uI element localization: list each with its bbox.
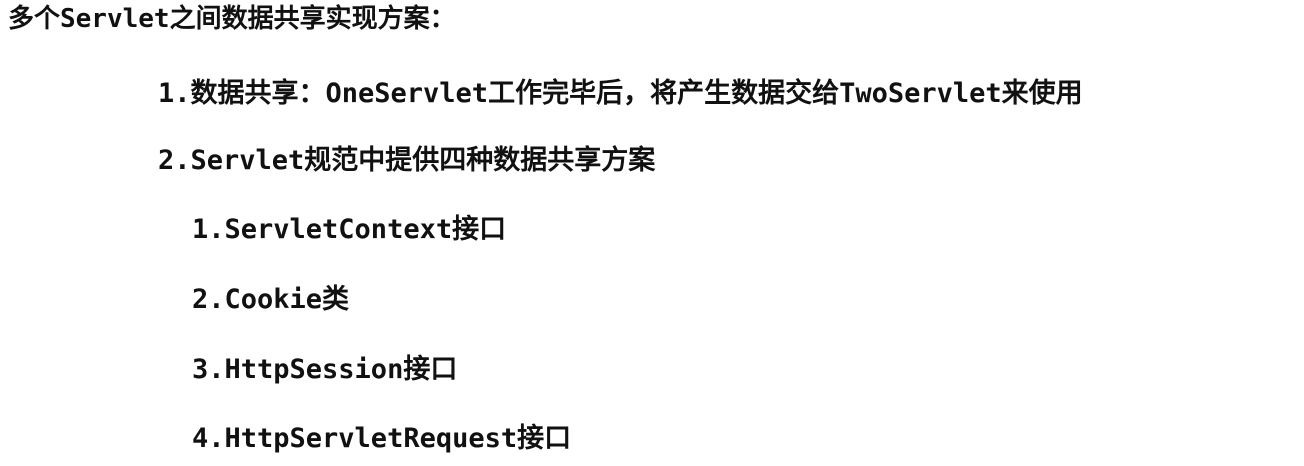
scheme-http-servlet-request: 4.HttpServletRequest接口 [192,423,572,454]
point-data-sharing: 1.数据共享：OneServlet工作完毕后，将产生数据交给TwoServlet… [158,78,1083,109]
scheme-http-session: 3.HttpSession接口 [192,354,458,385]
document-title: 多个Servlet之间数据共享实现方案： [8,4,456,34]
point-servlet-spec: 2.Servlet规范中提供四种数据共享方案 [158,145,656,176]
scheme-servlet-context: 1.ServletContext接口 [192,214,507,245]
scheme-cookie: 2.Cookie类 [192,284,350,315]
